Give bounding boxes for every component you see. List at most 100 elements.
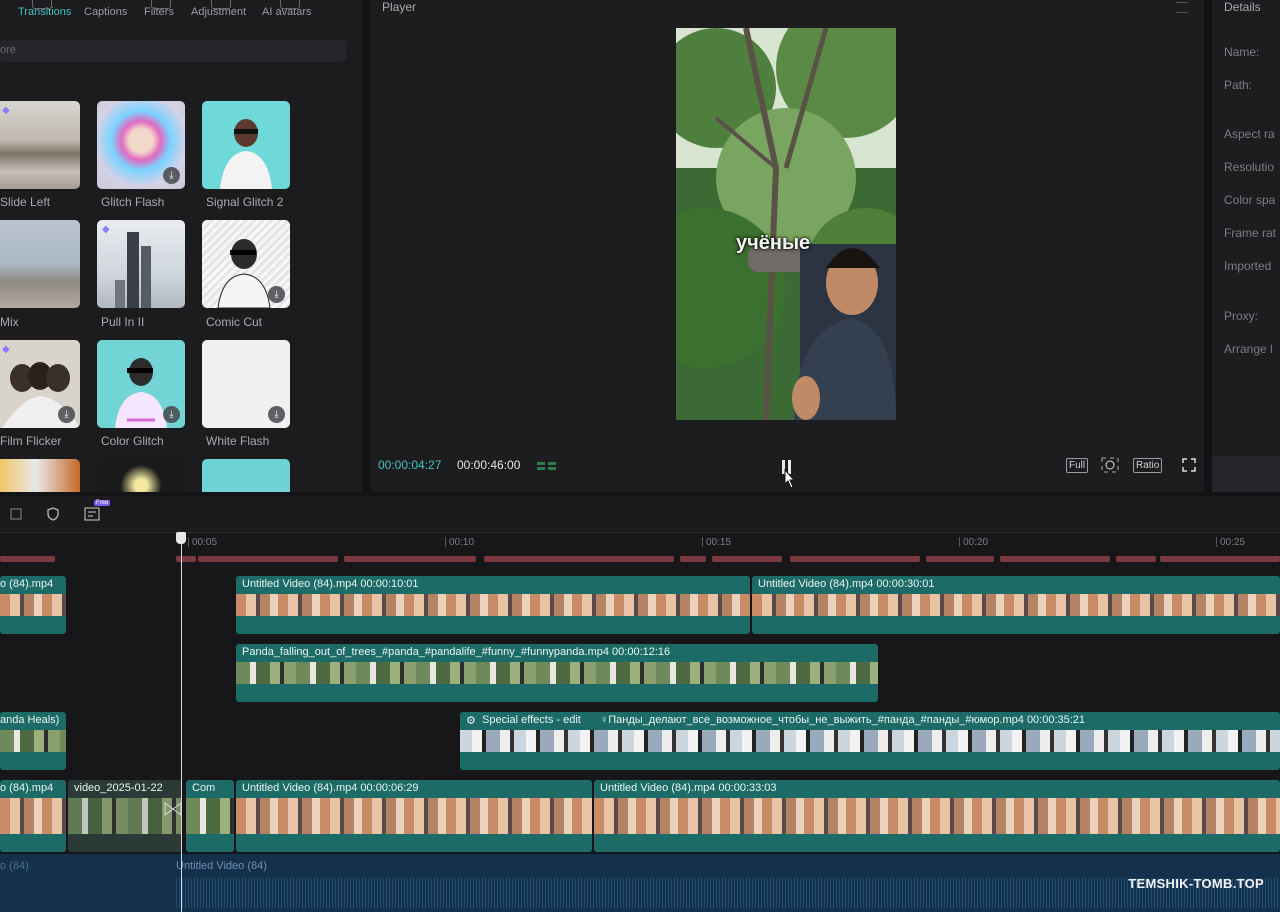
text-clip[interactable]: [344, 556, 476, 562]
timeline-ruler[interactable]: 00:05 00:10 00:15 00:20 00:25: [0, 532, 1280, 553]
timecode-format-icon[interactable]: [537, 460, 557, 472]
text-clip[interactable]: [1160, 556, 1280, 562]
tab-adjustment[interactable]: Adjustment: [191, 0, 246, 18]
clip-label: Untitled Video (84).mp4 00:00:06:29: [242, 782, 419, 794]
download-icon[interactable]: ⤓: [163, 406, 180, 423]
detail-label-proxy: Proxy:: [1224, 309, 1259, 323]
transition-thumb-row4-2[interactable]: [97, 459, 185, 492]
transition-thumb-white-flash[interactable]: ⤓: [202, 340, 290, 428]
full-button[interactable]: Full: [1066, 458, 1089, 473]
menu-icon[interactable]: [1176, 2, 1188, 13]
clip-filmstrip: [752, 594, 1280, 616]
transition-label: Signal Glitch 2: [206, 195, 284, 209]
premium-icon: ◆: [102, 224, 110, 235]
text-clip[interactable]: [176, 556, 196, 562]
shield-icon[interactable]: [46, 507, 60, 521]
video-clip[interactable]: anda Heals): [0, 712, 66, 770]
clip-filmstrip: [0, 730, 66, 752]
video-clip[interactable]: Untitled Video (84).mp4 00:00:33:03: [594, 780, 1280, 852]
text-clip[interactable]: [790, 556, 920, 562]
download-icon[interactable]: ⤓: [268, 286, 285, 303]
tree-scene: [676, 28, 896, 420]
text-clip[interactable]: [1116, 556, 1156, 562]
timeline-toolbar: Free: [0, 496, 1280, 532]
transition-thumb-comic-cut[interactable]: ⤓: [202, 220, 290, 308]
text-clip[interactable]: [680, 556, 706, 562]
transition-thumb-row4-3[interactable]: [202, 459, 290, 492]
transitions-panel: Transitions Captions Filters Adjustment …: [0, 0, 362, 492]
audio-track[interactable]: o (84) Untitled Video (84): [0, 854, 1280, 912]
video-clip[interactable]: o (84).mp4: [0, 576, 66, 634]
premium-icon: ◆: [2, 344, 10, 355]
tab-ai-avatars[interactable]: AI avatars: [262, 0, 312, 18]
detail-label-color-space: Color spa: [1224, 193, 1276, 207]
clip-filmstrip: [186, 798, 234, 834]
transition-thumb-glitch-flash[interactable]: ⤓: [97, 101, 185, 189]
video-clip[interactable]: video_2025-01-22: [68, 780, 182, 852]
clip-label: ♀Панды_делают_все_возможное_чтобы_не_выж…: [600, 714, 1086, 726]
download-icon[interactable]: ⤓: [163, 167, 180, 184]
clip-label: anda Heals): [0, 714, 60, 726]
transition-thumb-slide-left[interactable]: ◆: [0, 101, 80, 189]
transition-thumb-signal-glitch-2[interactable]: [202, 101, 290, 189]
detail-label-imported: Imported: [1224, 259, 1272, 273]
transition-thumb-color-glitch[interactable]: ⤓: [97, 340, 185, 428]
download-icon[interactable]: ⤓: [268, 406, 285, 423]
audio-clip-label: o (84): [0, 860, 29, 872]
person-figure-icon: [220, 119, 272, 189]
text-clip[interactable]: [926, 556, 994, 562]
detail-label-frame-rate: Frame rat: [1224, 226, 1277, 240]
video-clip-panda[interactable]: Panda_falling_out_of_trees_#panda_#panda…: [236, 644, 878, 702]
ratio-button[interactable]: Ratio: [1133, 458, 1163, 473]
tab-filters[interactable]: Filters: [144, 0, 174, 18]
video-clip[interactable]: Untitled Video (84).mp4 00:00:30:01: [752, 576, 1280, 634]
transition-thumb-mix[interactable]: [0, 220, 80, 308]
ai-avatars-icon: [280, 0, 300, 9]
text-clip[interactable]: [0, 556, 55, 562]
video-clip[interactable]: Untitled Video (84).mp4 00:00:10:01: [236, 576, 750, 634]
transition-label: Glitch Flash: [101, 195, 165, 209]
current-time: 00:00:04:27: [378, 458, 442, 472]
audio-clip-label: Untitled Video (84): [176, 860, 267, 872]
video-clip[interactable]: Untitled Video (84).mp4 00:00:06:29: [236, 780, 592, 852]
transition-thumb-pull-in-ii[interactable]: ◆: [97, 220, 185, 308]
tab-label: Captions: [84, 6, 128, 18]
video-clip[interactable]: o (84).mp4: [0, 780, 66, 852]
media-tabbar: Transitions Captions Filters Adjustment …: [0, 0, 362, 28]
transition-thumb-row4-1[interactable]: [0, 459, 80, 492]
transitions-icon: [32, 0, 52, 9]
details-footer: [1212, 456, 1280, 492]
ruler-tick: 00:25: [1215, 537, 1246, 548]
download-icon[interactable]: ⤓: [58, 406, 75, 423]
search-input[interactable]: ore: [0, 40, 346, 62]
video-clip-effects[interactable]: ⚙ Special effects - edit ♀Панды_делают_в…: [460, 712, 1280, 770]
ruler-tick: 00:15: [701, 537, 732, 548]
adjustment-icon: [211, 0, 231, 9]
video-preview[interactable]: учёные: [676, 28, 896, 420]
premium-icon: ◆: [2, 105, 10, 116]
video-caption: учёные: [736, 232, 811, 254]
clip-label: o (84).mp4: [0, 782, 54, 794]
text-clip[interactable]: [198, 556, 338, 562]
compound-clip[interactable]: Com: [186, 780, 234, 852]
zoom-fit-icon[interactable]: [1101, 457, 1119, 473]
ruler-tick: 00:10: [444, 537, 475, 548]
clip-label: Special effects - edit: [482, 714, 581, 726]
transition-thumb-film-flicker[interactable]: ◆ ⤓: [0, 340, 80, 428]
text-clip[interactable]: [712, 556, 782, 562]
text-clip[interactable]: [484, 556, 674, 562]
player-panel: Player учёные 00:00:04:27 00:00:46:00 Fu…: [370, 0, 1204, 492]
transition-label: Mix: [0, 315, 19, 329]
clip-label: Untitled Video (84).mp4 00:00:30:01: [758, 578, 935, 590]
auto-caption-icon[interactable]: [84, 507, 102, 521]
transition-marker-icon[interactable]: [164, 802, 182, 816]
clip-filmstrip: [0, 798, 66, 834]
playhead[interactable]: [176, 532, 186, 912]
tab-captions[interactable]: Captions: [84, 6, 127, 18]
tab-transitions[interactable]: Transitions: [18, 0, 71, 18]
search-placeholder: ore: [0, 44, 16, 56]
delete-icon[interactable]: [10, 508, 22, 520]
text-clip[interactable]: [1000, 556, 1110, 562]
fullscreen-icon[interactable]: [1182, 458, 1196, 472]
clip-filmstrip: [236, 798, 592, 834]
